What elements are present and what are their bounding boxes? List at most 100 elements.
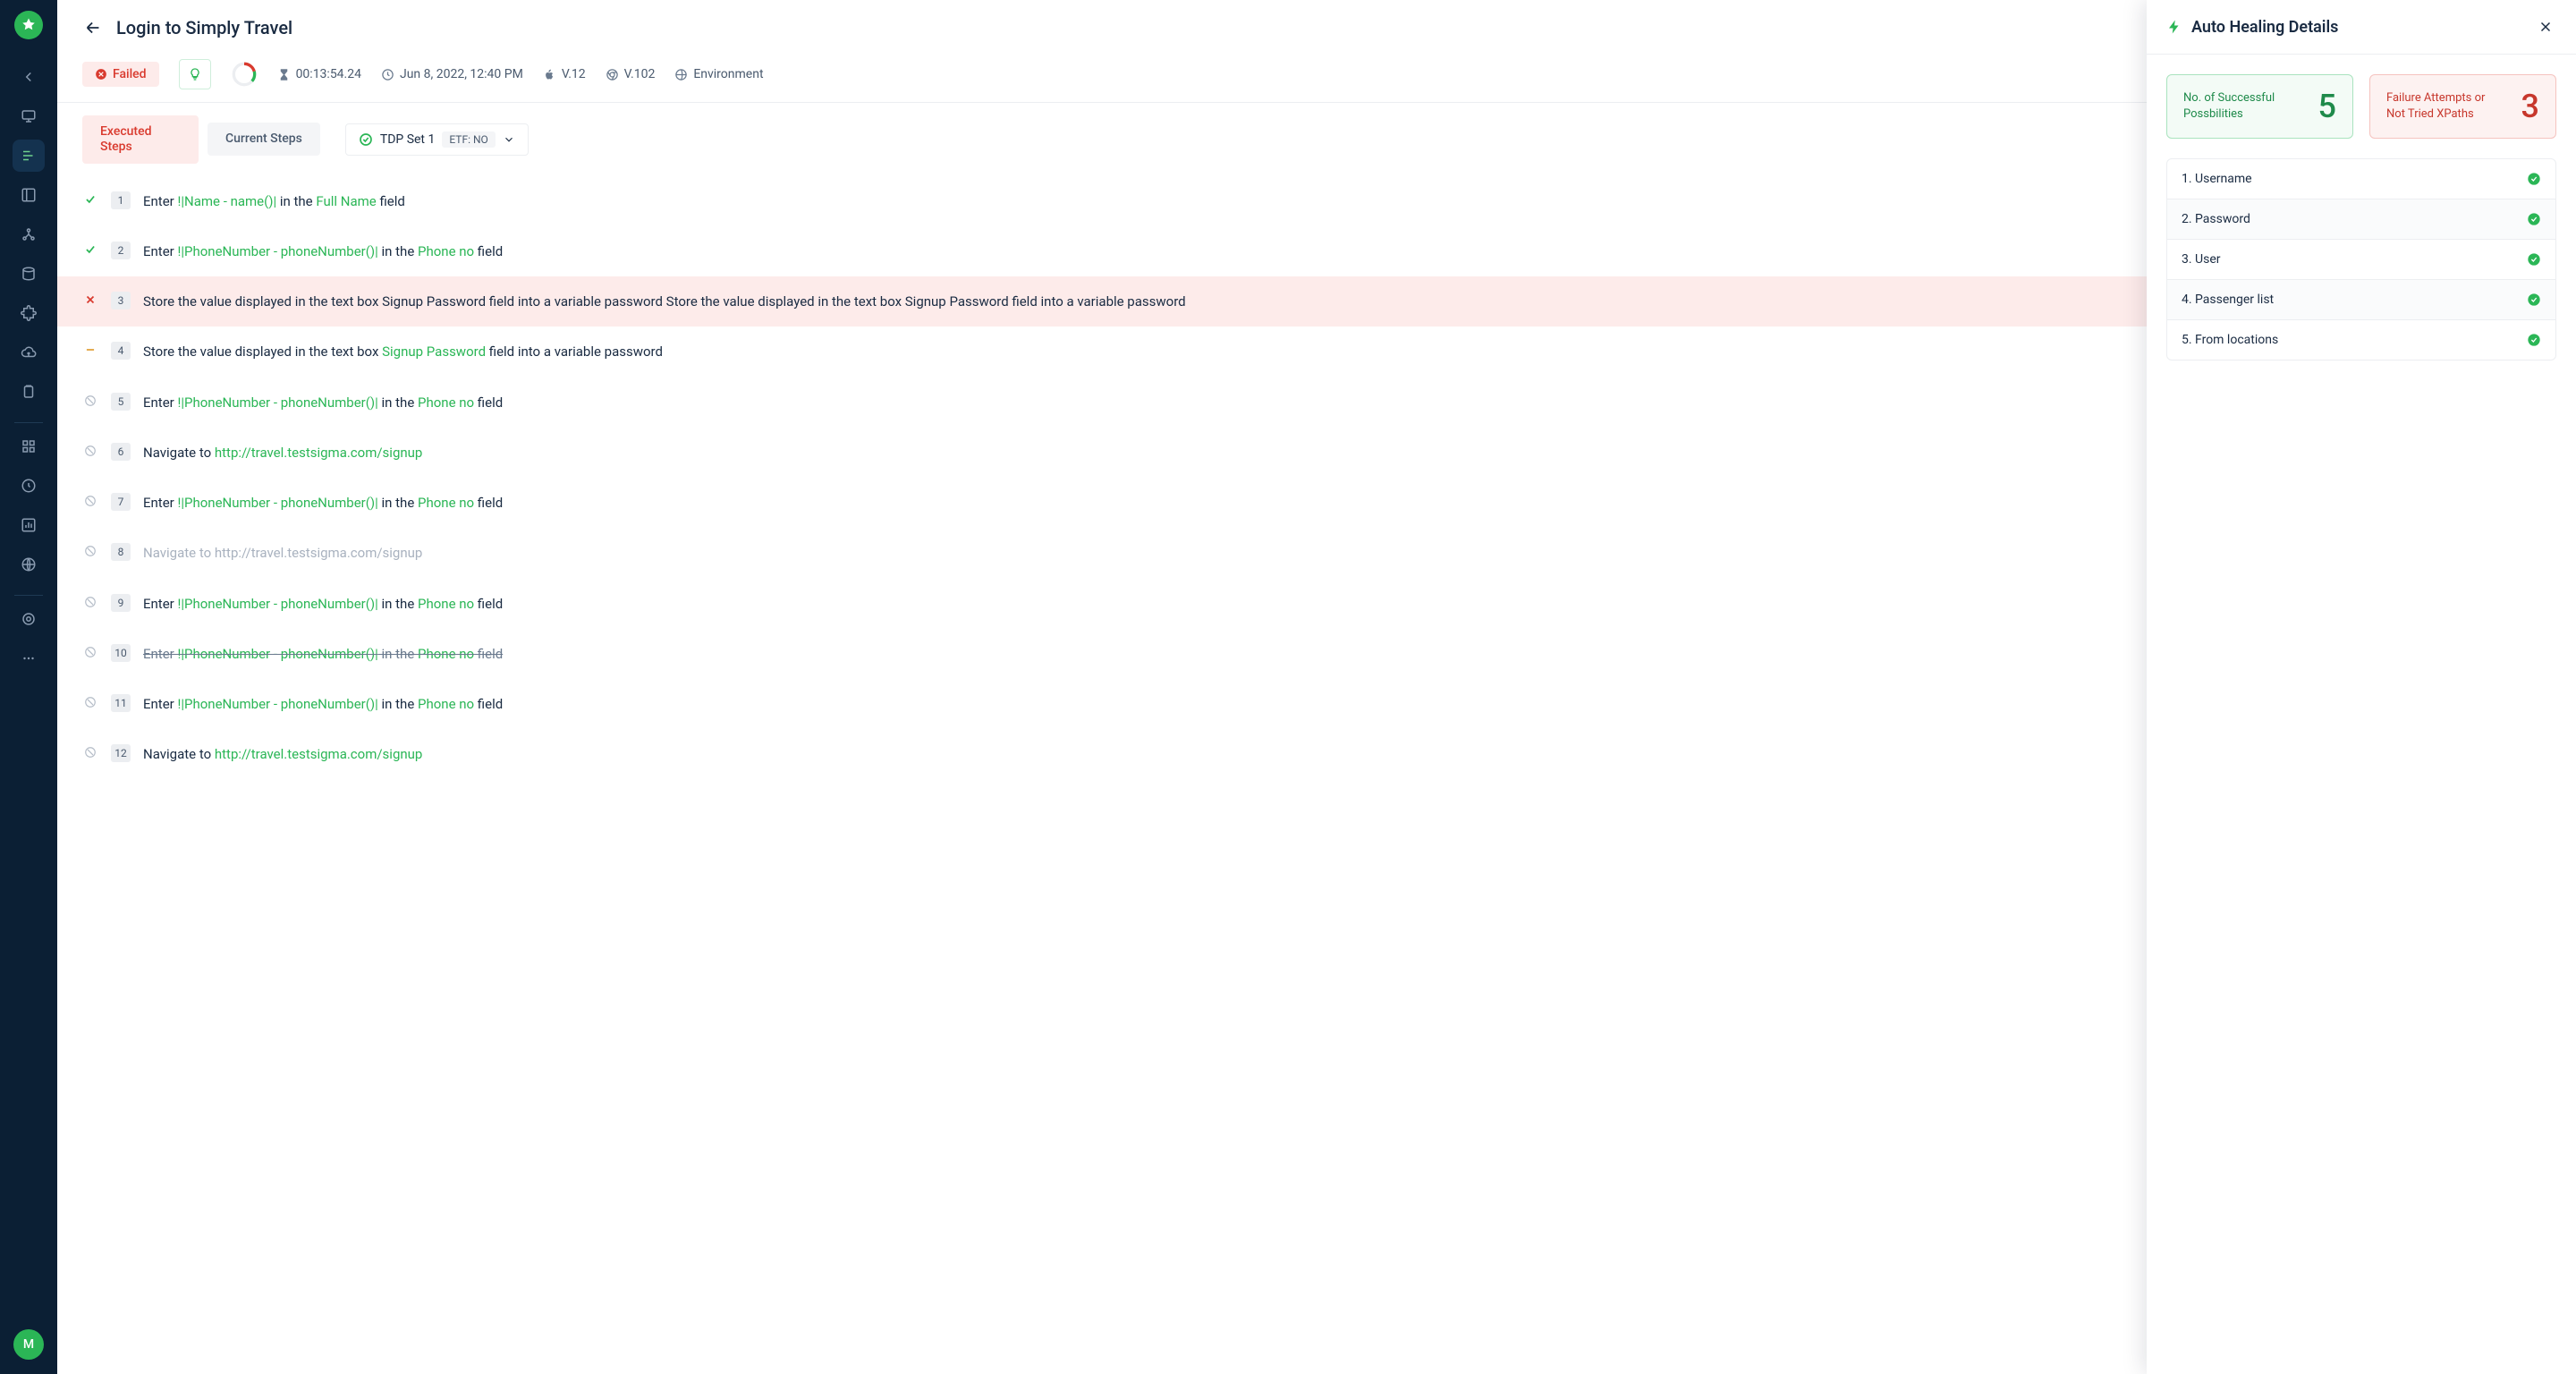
- heal-item[interactable]: 3. User: [2166, 239, 2556, 280]
- check-circle-icon: [2527, 252, 2541, 267]
- step-link[interactable]: Phone no: [418, 394, 474, 411]
- tdp-selector[interactable]: TDP Set 1 ETF: NO: [345, 123, 529, 156]
- tab-executed-steps[interactable]: Executed Steps: [82, 115, 199, 164]
- heal-list: 1. Username2. Password 3. User 4. Passenge…: [2147, 158, 2576, 360]
- sidebar-runs[interactable]: [13, 140, 45, 172]
- step-status-icon: [82, 193, 98, 206]
- heal-item[interactable]: 4. Passenger list: [2166, 279, 2556, 320]
- datetime: Jun 8, 2022, 12:40 PM: [381, 67, 523, 81]
- step-status-icon: [82, 394, 98, 407]
- chevron-down-icon: [503, 133, 515, 146]
- globe-icon: [674, 68, 688, 81]
- step-link[interactable]: !|PhoneNumber - phoneNumber()|: [177, 596, 377, 612]
- step-number: 8: [111, 543, 131, 561]
- step-number: 9: [111, 594, 131, 612]
- os-version: V.12: [543, 67, 586, 81]
- sidebar-globe[interactable]: [13, 548, 45, 581]
- app-logo[interactable]: [14, 11, 43, 39]
- os-version-value: V.12: [562, 67, 586, 81]
- step-link[interactable]: Phone no: [418, 495, 474, 511]
- drawer-close-button[interactable]: [2535, 16, 2556, 38]
- sidebar-plugins[interactable]: [13, 297, 45, 329]
- step-number: 5: [111, 393, 131, 411]
- step-link[interactable]: !|PhoneNumber - phoneNumber()|: [177, 243, 377, 259]
- arrow-left-icon: [21, 69, 37, 85]
- fail-stat-card: Failure Attempts or Not Tried XPaths 3: [2369, 74, 2556, 139]
- sidebar-reports[interactable]: [13, 376, 45, 408]
- step-link[interactable]: Phone no: [418, 243, 474, 259]
- globe-icon: [21, 556, 37, 572]
- sidebar-apps[interactable]: [13, 430, 45, 462]
- heal-item[interactable]: 2. Password: [2166, 199, 2556, 240]
- sidebar-divider-2: [14, 595, 43, 596]
- step-link[interactable]: http://travel.testsigma.com/signup: [215, 445, 422, 461]
- step-text: Enter !|PhoneNumber - phoneNumber()| in …: [143, 493, 2477, 513]
- heal-item[interactable]: 5. From locations: [2166, 319, 2556, 360]
- step-number: 6: [111, 443, 131, 461]
- sidebar-target[interactable]: [13, 603, 45, 635]
- env-label: Environment: [693, 67, 763, 81]
- status-badge: Failed: [82, 62, 159, 87]
- step-link[interactable]: Phone no: [418, 696, 474, 712]
- fail-stat-value: 3: [2521, 88, 2539, 125]
- step-link[interactable]: Phone no: [418, 646, 474, 662]
- sidebar-more[interactable]: [13, 642, 45, 674]
- hint-button[interactable]: [179, 59, 211, 89]
- sidebar-back[interactable]: [13, 61, 45, 93]
- drawer-header: Auto Healing Details: [2147, 0, 2576, 55]
- step-link[interactable]: http://travel.testsigma.com/signup: [215, 746, 422, 762]
- duration-value: 00:13:54.24: [296, 67, 361, 81]
- heal-item-label: 3. User: [2182, 252, 2221, 267]
- step-status-icon: [82, 596, 98, 608]
- step-link[interactable]: !|Name - name()|: [177, 193, 276, 209]
- bar-chart-icon: [21, 517, 37, 533]
- browser-version: V.102: [606, 67, 656, 81]
- environment[interactable]: Environment: [674, 67, 763, 81]
- step-link[interactable]: !|PhoneNumber - phoneNumber()|: [177, 646, 377, 662]
- network-icon: [21, 226, 37, 242]
- back-button[interactable]: [82, 17, 104, 38]
- sidebar-upload[interactable]: [13, 336, 45, 369]
- logo-icon: [21, 17, 37, 33]
- check-circle-icon: [2527, 293, 2541, 307]
- step-number: 2: [111, 242, 131, 259]
- avatar[interactable]: M: [13, 1329, 44, 1360]
- page-title: Login to Simply Travel: [116, 17, 2442, 38]
- step-number: 10: [111, 644, 131, 662]
- fail-stat-label: Failure Attempts or Not Tried XPaths: [2386, 90, 2494, 122]
- target-icon: [21, 611, 37, 627]
- close-icon: [2538, 19, 2554, 35]
- step-link[interactable]: !|PhoneNumber - phoneNumber()|: [177, 696, 377, 712]
- hourglass-icon: [277, 68, 291, 81]
- sidebar-analytics[interactable]: [13, 509, 45, 541]
- x-circle-icon: [95, 68, 107, 81]
- check-circle-icon: [2527, 333, 2541, 347]
- browser-version-value: V.102: [624, 67, 656, 81]
- step-status-icon: [82, 293, 98, 306]
- progress-ring: [231, 61, 258, 88]
- duration: 00:13:54.24: [277, 67, 361, 81]
- success-stat-value: 5: [2318, 88, 2336, 125]
- sidebar-data[interactable]: [13, 258, 45, 290]
- step-link[interactable]: !|PhoneNumber - phoneNumber()|: [177, 495, 377, 511]
- sidebar-network[interactable]: [13, 218, 45, 250]
- step-link[interactable]: Signup Password: [382, 344, 486, 360]
- check-circle-icon: [359, 132, 373, 147]
- app-sidebar: M: [0, 0, 57, 1374]
- grid-icon: [21, 438, 37, 454]
- heal-item[interactable]: 1. Username: [2166, 158, 2556, 199]
- sidebar-panels[interactable]: [13, 179, 45, 211]
- step-link[interactable]: !|PhoneNumber - phoneNumber()|: [177, 394, 377, 411]
- status-label: Failed: [113, 67, 147, 81]
- step-number: 1: [111, 191, 131, 209]
- sidebar-dashboard[interactable]: [13, 100, 45, 132]
- step-link[interactable]: Full Name: [316, 193, 376, 209]
- bolt-icon: [2166, 19, 2182, 35]
- success-stat-label: No. of Successful Possbilities: [2183, 90, 2291, 122]
- chrome-icon: [606, 68, 619, 81]
- step-status-icon: [82, 344, 98, 356]
- check-circle-icon: [2527, 212, 2541, 226]
- tab-current-steps[interactable]: Current Steps: [208, 123, 320, 156]
- step-link[interactable]: Phone no: [418, 596, 474, 612]
- sidebar-activity[interactable]: [13, 470, 45, 502]
